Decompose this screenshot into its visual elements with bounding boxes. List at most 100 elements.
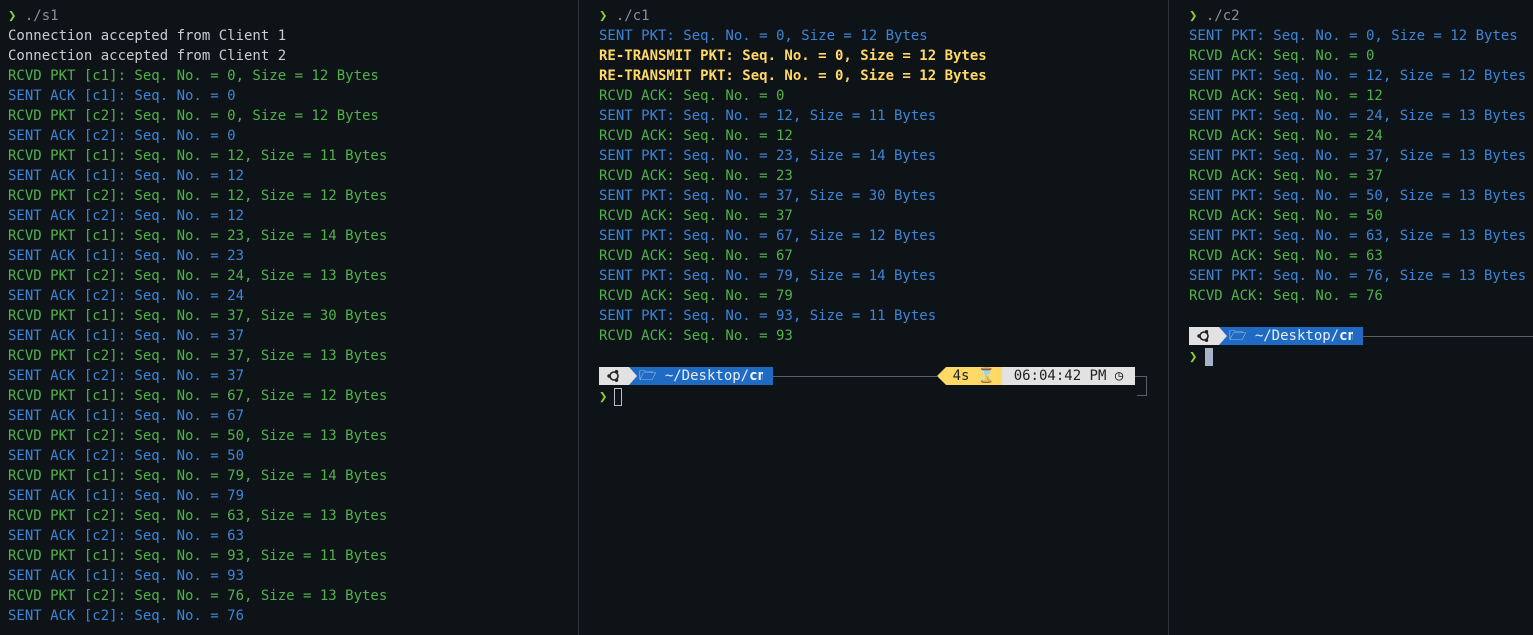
prompt-filler-line	[772, 376, 937, 377]
output-line: RCVD PKT [c1]: Seq. No. = 37, Size = 30 …	[8, 308, 388, 324]
output-line: SENT ACK [c2]: Seq. No. = 37	[8, 368, 245, 384]
prompt-chevron: ❯	[599, 8, 608, 24]
output-line: SENT PKT: Seq. No. = 23, Size = 14 Bytes	[599, 148, 937, 164]
output-line: SENT PKT: Seq. No. = 76, Size = 13 Bytes	[1189, 268, 1527, 284]
output-line: RE-TRANSMIT PKT: Seq. No. = 0, Size = 12…	[599, 68, 987, 84]
output-line: RCVD PKT [c2]: Seq. No. = 0, Size = 12 B…	[8, 108, 379, 124]
output-line: SENT ACK [c2]: Seq. No. = 63	[8, 528, 245, 544]
output-line: SENT ACK [c2]: Seq. No. = 0	[8, 128, 236, 144]
output-line: RCVD ACK: Seq. No. = 76	[1189, 288, 1383, 304]
command-text: ./s1	[24, 8, 59, 24]
output-line: RCVD ACK: Seq. No. = 37	[599, 208, 793, 224]
pane-server-s1[interactable]: ❯ ./s1 Connection accepted from Client 1…	[0, 0, 578, 635]
command-line: ❯ ./c1	[599, 6, 650, 26]
ubuntu-icon	[1189, 327, 1219, 345]
text-cursor[interactable]	[614, 388, 622, 406]
directory-segment: 🗁 ~/Desktop/cn	[629, 367, 773, 385]
output-line: RCVD PKT [c1]: Seq. No. = 0, Size = 12 B…	[8, 68, 379, 84]
directory-segment: 🗁 ~/Desktop/cn	[1219, 327, 1363, 345]
dir-prefix: ~/Desktop/	[1254, 328, 1340, 344]
output-line: SENT PKT: Seq. No. = 0, Size = 12 Bytes	[599, 28, 928, 44]
output-line: SENT PKT: Seq. No. = 37, Size = 30 Bytes	[599, 188, 937, 204]
segment-separator	[763, 367, 772, 385]
output-line: SENT PKT: Seq. No. = 37, Size = 13 Bytes	[1189, 148, 1527, 164]
output-line: RCVD ACK: Seq. No. = 0	[599, 88, 785, 104]
output-line: RCVD ACK: Seq. No. = 50	[1189, 208, 1383, 224]
hourglass-icon: ⌛	[977, 368, 996, 384]
output-line: RE-TRANSMIT PKT: Seq. No. = 0, Size = 12…	[599, 48, 987, 64]
segment-separator	[629, 367, 637, 385]
output-line: SENT ACK [c2]: Seq. No. = 76	[8, 608, 245, 624]
input-line[interactable]: ❯	[599, 387, 607, 407]
output-line: RCVD ACK: Seq. No. = 93	[599, 328, 793, 344]
output-line: RCVD PKT [c2]: Seq. No. = 63, Size = 13 …	[8, 508, 388, 524]
pane-client-c2[interactable]: ❯ ./c2 SENT PKT: Seq. No. = 0, Size = 12…	[1169, 0, 1533, 635]
powerline-prompt: 🗁 ~/Desktop/cn	[1189, 327, 1533, 345]
segment-separator	[937, 367, 946, 385]
command-text: ./c1	[615, 8, 650, 24]
output-line: RCVD ACK: Seq. No. = 24	[1189, 128, 1383, 144]
output-line: SENT ACK [c2]: Seq. No. = 24	[8, 288, 245, 304]
output-line: SENT ACK [c1]: Seq. No. = 0	[8, 88, 236, 104]
output-line: RCVD PKT [c1]: Seq. No. = 93, Size = 11 …	[8, 548, 388, 564]
output-line: SENT PKT: Seq. No. = 79, Size = 14 Bytes	[599, 268, 937, 284]
output-line: SENT ACK [c1]: Seq. No. = 67	[8, 408, 245, 424]
prompt-chevron: ❯	[1189, 8, 1198, 24]
clock-segment: 06:04:42 PM ◷	[1002, 367, 1135, 385]
input-line[interactable]: ❯	[1189, 347, 1197, 367]
output-line: SENT ACK [c1]: Seq. No. = 79	[8, 488, 245, 504]
output-line: SENT PKT: Seq. No. = 12, Size = 12 Bytes	[1189, 68, 1527, 84]
command-text: ./c2	[1205, 8, 1240, 24]
output-line: RCVD PKT [c2]: Seq. No. = 76, Size = 13 …	[8, 588, 388, 604]
folder-open-icon: 🗁	[1229, 328, 1247, 344]
duration-segment: 4s ⌛	[946, 367, 1002, 385]
output-line: RCVD PKT [c2]: Seq. No. = 12, Size = 12 …	[8, 188, 388, 204]
output-line: RCVD ACK: Seq. No. = 23	[599, 168, 793, 184]
output-line: SENT ACK [c1]: Seq. No. = 12	[8, 168, 245, 184]
output-line: RCVD ACK: Seq. No. = 79	[599, 288, 793, 304]
output-line: RCVD PKT [c1]: Seq. No. = 12, Size = 11 …	[8, 148, 388, 164]
output-line: RCVD ACK: Seq. No. = 37	[1189, 168, 1383, 184]
prompt-chevron: ❯	[599, 389, 608, 405]
output-line: RCVD ACK: Seq. No. = 67	[599, 248, 793, 264]
output-line: SENT ACK [c1]: Seq. No. = 23	[8, 248, 245, 264]
output-line: SENT PKT: Seq. No. = 0, Size = 12 Bytes	[1189, 28, 1518, 44]
time-text: 06:04:42 PM	[1013, 368, 1107, 384]
pane-client-c1[interactable]: ❯ ./c1 SENT PKT: Seq. No. = 0, Size = 12…	[579, 0, 1168, 635]
output-line: RCVD ACK: Seq. No. = 12	[599, 128, 793, 144]
command-line: ❯ ./c2	[1189, 6, 1240, 26]
output-line: RCVD PKT [c1]: Seq. No. = 67, Size = 12 …	[8, 388, 388, 404]
output-line: SENT PKT: Seq. No. = 67, Size = 12 Bytes	[599, 228, 937, 244]
output-line: SENT PKT: Seq. No. = 63, Size = 13 Bytes	[1189, 228, 1527, 244]
output-line: SENT PKT: Seq. No. = 50, Size = 13 Bytes	[1189, 188, 1527, 204]
prompt-chevron: ❯	[1189, 349, 1198, 365]
output-line: RCVD PKT [c1]: Seq. No. = 79, Size = 14 …	[8, 468, 388, 484]
output-line: SENT ACK [c2]: Seq. No. = 12	[8, 208, 245, 224]
output-line: RCVD PKT [c2]: Seq. No. = 37, Size = 13 …	[8, 348, 388, 364]
output-line: SENT PKT: Seq. No. = 12, Size = 11 Bytes	[599, 108, 937, 124]
terminal-window: ❯ ./s1 Connection accepted from Client 1…	[0, 0, 1533, 635]
ubuntu-logo	[607, 370, 619, 382]
output-line: RCVD ACK: Seq. No. = 0	[1189, 48, 1375, 64]
ubuntu-icon	[599, 367, 629, 385]
output-line: RCVD PKT [c1]: Seq. No. = 23, Size = 14 …	[8, 228, 388, 244]
output-line: Connection accepted from Client 2	[8, 48, 287, 64]
text-cursor[interactable]	[1205, 348, 1213, 366]
segment-separator	[1353, 327, 1362, 345]
powerline-prompt: 🗁 ~/Desktop/cn 4s ⌛ 06:04:42 PM ◷	[599, 367, 1149, 396]
prompt-chevron: ❯	[8, 8, 17, 24]
duration-text: 4s	[952, 368, 970, 384]
output-line: RCVD PKT [c2]: Seq. No. = 50, Size = 13 …	[8, 428, 388, 444]
output-line: SENT PKT: Seq. No. = 24, Size = 13 Bytes	[1189, 108, 1527, 124]
output-line: RCVD ACK: Seq. No. = 63	[1189, 248, 1383, 264]
clock-icon: ◷	[1114, 368, 1124, 384]
dir-prefix: ~/Desktop/	[664, 368, 750, 384]
output-line: RCVD PKT [c2]: Seq. No. = 24, Size = 13 …	[8, 268, 388, 284]
prompt-filler-line	[1362, 336, 1533, 337]
folder-open-icon: 🗁	[639, 368, 657, 384]
output-line: Connection accepted from Client 1	[8, 28, 287, 44]
prompt-filler-line	[1135, 376, 1147, 395]
output-line: SENT ACK [c1]: Seq. No. = 93	[8, 568, 245, 584]
ubuntu-logo	[1197, 330, 1209, 342]
output-line: SENT ACK [c2]: Seq. No. = 50	[8, 448, 245, 464]
